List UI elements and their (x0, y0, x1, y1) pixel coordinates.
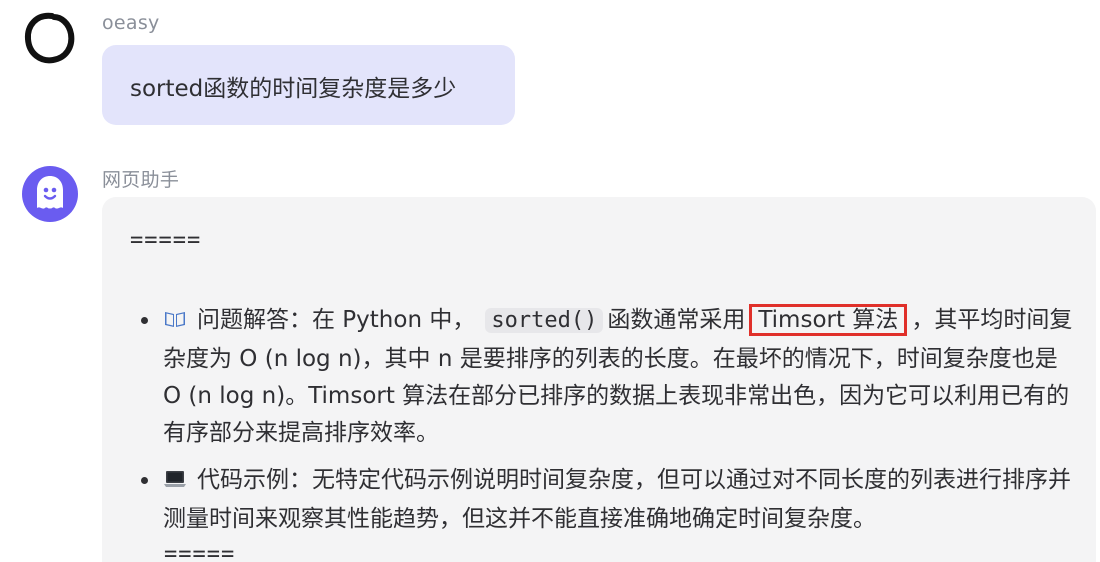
ghost-icon (37, 176, 63, 209)
user-avatar[interactable] (22, 10, 78, 66)
item-1-prefix: 问题解答：在 Python 中， (197, 307, 476, 333)
user-message-bubble: sorted函数的时间复杂度是多少 (102, 45, 515, 125)
assistant-sender-name: 网页助手 (102, 169, 180, 191)
assistant-avatar[interactable] (22, 166, 78, 222)
inline-code: sorted() (485, 308, 604, 333)
bullet-dot (141, 317, 148, 324)
item-2-text: 代码示例：无特定代码示例说明时间复杂度，但可以通过对不同长度的列表进行排序并测量… (163, 467, 1071, 532)
item-1-middle: 函数通常采用 (607, 307, 746, 333)
chat-container: oeasy sorted函数的时间复杂度是多少 网页助手 ===== 问题解答： (0, 0, 1100, 562)
separator-top: ===== (130, 228, 202, 253)
list-item: 代码示例：无特定代码示例说明时间复杂度，但可以通过对不同长度的列表进行排序并测量… (136, 462, 1076, 538)
list-item: 问题解答：在 Python 中， sorted() 函数通常采用 Timsort 算法… (136, 302, 1076, 452)
separator-bottom: ===== (164, 542, 236, 562)
bullet-dot (141, 477, 148, 484)
enso-circle-icon (24, 12, 75, 64)
book-icon (163, 304, 187, 341)
highlighted-term: Timsort 算法 (749, 304, 908, 336)
laptop-icon (163, 464, 187, 501)
user-sender-name: oeasy (102, 12, 160, 34)
user-message-text: sorted函数的时间复杂度是多少 (130, 76, 457, 102)
